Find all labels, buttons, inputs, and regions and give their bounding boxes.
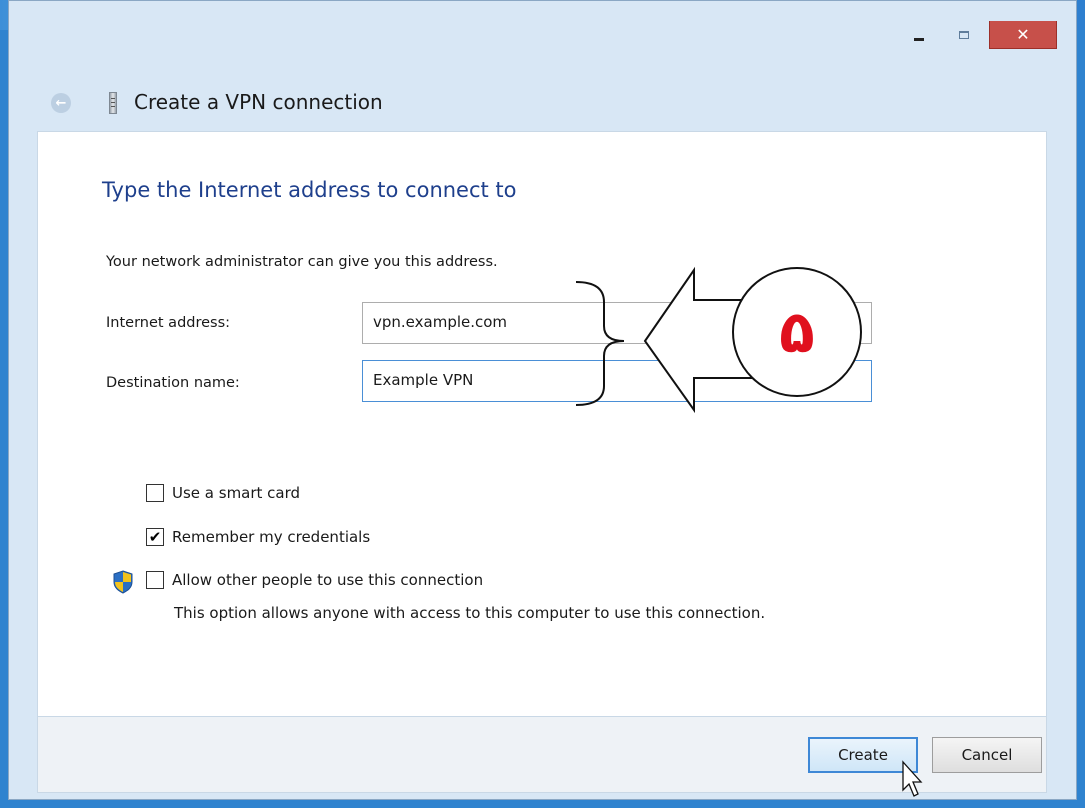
cancel-button[interactable]: Cancel <box>932 737 1042 773</box>
remember-credentials-option[interactable]: ✔ Remember my credentials <box>146 528 370 546</box>
back-arrow-icon: ← <box>55 95 67 111</box>
back-button[interactable]: ← <box>51 93 71 113</box>
navigation-bar: ← Create a VPN connection <box>9 85 1076 121</box>
maximize-icon <box>959 31 969 39</box>
smart-card-option[interactable]: Use a smart card <box>146 484 300 502</box>
vpn-dialog-window: ✕ ← Create a VPN connection Type the Int… <box>8 0 1077 800</box>
minimize-icon <box>914 37 924 41</box>
remember-credentials-label[interactable]: Remember my credentials <box>172 528 370 546</box>
admin-shield-icon <box>113 570 133 594</box>
close-button[interactable]: ✕ <box>989 21 1057 49</box>
internet-address-label: Internet address: <box>106 315 231 331</box>
page-description: Your network administrator can give you … <box>106 254 498 270</box>
window-title: Create a VPN connection <box>134 90 383 114</box>
allow-others-option[interactable]: Allow other people to use this connectio… <box>146 571 483 589</box>
destination-name-label: Destination name: <box>106 375 240 391</box>
step-number-label: ۵ <box>779 298 815 366</box>
maximize-button[interactable] <box>947 21 981 49</box>
smart-card-label[interactable]: Use a smart card <box>172 484 300 502</box>
page-heading: Type the Internet address to connect to <box>102 178 517 202</box>
smart-card-checkbox[interactable] <box>146 484 164 502</box>
dialog-footer: Create Cancel <box>37 717 1047 793</box>
allow-others-description: This option allows anyone with access to… <box>174 604 766 622</box>
close-icon: ✕ <box>1016 25 1030 44</box>
content-panel: Type the Internet address to connect to … <box>37 131 1047 717</box>
create-button[interactable]: Create <box>808 737 918 773</box>
minimize-button[interactable] <box>902 21 936 49</box>
checkmark-icon: ✔ <box>148 528 162 546</box>
allow-others-checkbox[interactable] <box>146 571 164 589</box>
title-bar[interactable]: ✕ <box>9 1 1076 59</box>
remember-credentials-checkbox[interactable]: ✔ <box>146 528 164 546</box>
network-connection-icon <box>109 92 117 114</box>
allow-others-label[interactable]: Allow other people to use this connectio… <box>172 571 483 589</box>
